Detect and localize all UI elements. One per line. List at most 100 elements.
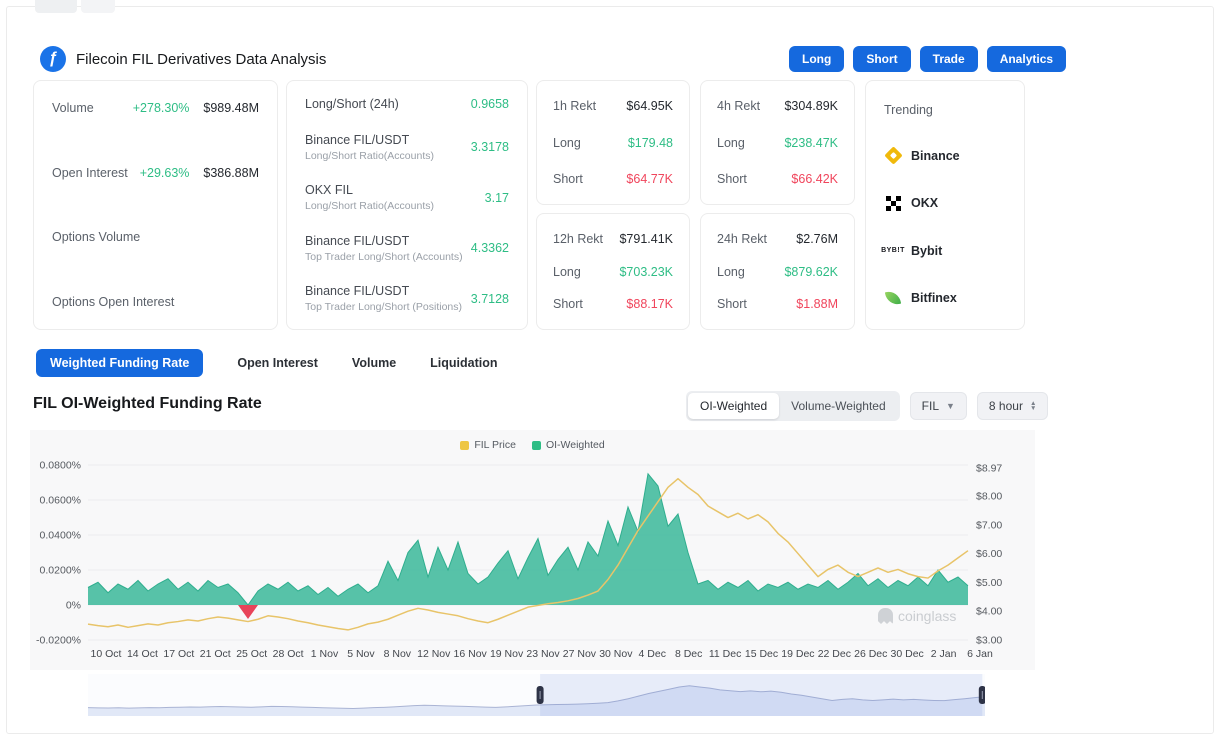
trending-item-bybit[interactable]: BYB!T Bybit bbox=[884, 242, 1006, 260]
svg-text:$8.00: $8.00 bbox=[976, 490, 1002, 502]
metric-row: Volume+278.30% $989.48M bbox=[52, 101, 259, 115]
trade-button[interactable]: Trade bbox=[920, 46, 978, 72]
ratio-value: 4.3362 bbox=[471, 241, 509, 255]
metric-value: $989.48M bbox=[203, 101, 259, 115]
filecoin-logo-icon: ƒ bbox=[40, 46, 66, 72]
rekt-card: 24h Rekt$2.76MLong$879.62KShort$1.88M bbox=[700, 213, 855, 330]
svg-text:0%: 0% bbox=[66, 600, 81, 612]
chart-legend: FIL Price OI-Weighted bbox=[0, 439, 1065, 451]
chevron-down-icon: ▼ bbox=[946, 401, 955, 411]
long-label: Long bbox=[717, 265, 745, 279]
long-value: $238.47K bbox=[784, 136, 838, 150]
weight-toggle: OI-WeightedVolume-Weighted bbox=[686, 391, 900, 421]
ratio-sublabel: Long/Short Ratio(Accounts) bbox=[305, 200, 485, 212]
rekt-total: $2.76M bbox=[796, 232, 838, 246]
svg-text:0.0800%: 0.0800% bbox=[40, 460, 81, 472]
exchange-name: Binance bbox=[911, 149, 960, 163]
svg-text:10 Oct: 10 Oct bbox=[91, 648, 122, 660]
short-value: $1.88M bbox=[796, 297, 838, 311]
long-label: Long bbox=[553, 136, 581, 150]
analytics-button[interactable]: Analytics bbox=[987, 46, 1066, 72]
binance-icon bbox=[884, 147, 902, 165]
trending-item-okx[interactable]: OKX bbox=[884, 194, 1006, 212]
trending-item-binance[interactable]: Binance bbox=[884, 147, 1006, 165]
svg-text:19 Nov: 19 Nov bbox=[490, 648, 524, 660]
svg-text:16 Nov: 16 Nov bbox=[454, 648, 488, 660]
ratio-row: Binance FIL/USDT Top Trader Long/Short (A… bbox=[305, 234, 509, 263]
tab-volume[interactable]: Volume bbox=[352, 356, 396, 370]
svg-text:14 Oct: 14 Oct bbox=[127, 648, 158, 660]
rekt-title: 12h Rekt bbox=[553, 232, 603, 246]
metric-change: +278.30% bbox=[133, 101, 190, 115]
coinglass-derivatives-page: { "header": { "title": "Filecoin FIL Der… bbox=[0, 0, 1220, 740]
oi-weighted-option[interactable]: OI-Weighted bbox=[688, 393, 779, 419]
svg-text:-0.0200%: -0.0200% bbox=[36, 635, 81, 647]
svg-text:27 Nov: 27 Nov bbox=[563, 648, 597, 660]
bybit-icon: BYB!T bbox=[884, 242, 902, 260]
tab-weighted-funding-rate[interactable]: Weighted Funding Rate bbox=[36, 349, 203, 377]
okx-icon bbox=[884, 194, 902, 212]
metric-label: Options Volume bbox=[52, 230, 245, 244]
rekt-title: 1h Rekt bbox=[553, 99, 596, 113]
chart-controls: OI-WeightedVolume-Weighted FIL ▼ 8 hour … bbox=[686, 391, 1048, 421]
svg-text:0.0600%: 0.0600% bbox=[40, 495, 81, 507]
exchange-name: Bitfinex bbox=[911, 291, 957, 305]
symbol-select-value: FIL bbox=[922, 399, 939, 413]
long-value: $703.23K bbox=[619, 265, 673, 279]
ratio-label: Binance FIL/USDT bbox=[305, 234, 471, 248]
ratio-sublabel: Top Trader Long/Short (Positions) bbox=[305, 301, 471, 313]
legend-item-oi-weighted[interactable]: OI-Weighted bbox=[532, 439, 605, 451]
funding-rate-chart[interactable]: 0.0800% 0.0600% 0.0400% 0.0200% 0% -0.0200% $8… bbox=[30, 454, 1020, 666]
chart-range-navigator[interactable] bbox=[88, 674, 985, 716]
ratio-label: Binance FIL/USDT bbox=[305, 133, 471, 147]
svg-text:2 Jan: 2 Jan bbox=[931, 648, 957, 660]
trending-title: Trending bbox=[884, 103, 1006, 117]
ratio-row: Binance FIL/USDT Top Trader Long/Short (P… bbox=[305, 284, 509, 313]
metric-row: Open Interest+29.63%$386.88M bbox=[52, 166, 259, 180]
trending-item-bitfinex[interactable]: Bitfinex bbox=[884, 289, 1006, 307]
svg-text:8 Nov: 8 Nov bbox=[384, 648, 412, 660]
tab-liquidation[interactable]: Liquidation bbox=[430, 356, 497, 370]
exchange-name: Bybit bbox=[911, 244, 942, 258]
ratio-row: Binance FIL/USDTLong/Short Ratio(Account… bbox=[305, 133, 509, 162]
svg-text:$8.97: $8.97 bbox=[976, 463, 1002, 475]
svg-text:5 Nov: 5 Nov bbox=[347, 648, 375, 660]
svg-text:0.0400%: 0.0400% bbox=[40, 530, 81, 542]
ratio-label: Long/Short (24h) bbox=[305, 97, 471, 111]
ratio-value: 3.7128 bbox=[471, 292, 509, 306]
long-short-ratio-card: Long/Short (24h)0.9658Binance FIL/USDTLo… bbox=[286, 80, 528, 330]
legend-label: OI-Weighted bbox=[546, 439, 605, 451]
ratio-sublabel: Top Trader Long/Short (Accounts) bbox=[305, 251, 471, 263]
chart-title: FIL OI-Weighted Funding Rate bbox=[33, 395, 262, 413]
volume-weighted-option[interactable]: Volume-Weighted bbox=[779, 393, 898, 419]
short-button[interactable]: Short bbox=[853, 46, 910, 72]
rekt-total: $64.95K bbox=[626, 99, 673, 113]
short-value: $88.17K bbox=[626, 297, 673, 311]
window-control-pill bbox=[81, 0, 115, 13]
ratio-label: Binance FIL/USDT bbox=[305, 284, 471, 298]
watermark: coinglass bbox=[878, 608, 956, 624]
ratio-value: 3.3178 bbox=[471, 140, 509, 154]
symbol-select[interactable]: FIL ▼ bbox=[910, 392, 967, 420]
svg-text:23 Nov: 23 Nov bbox=[526, 648, 560, 660]
svg-text:0.0200%: 0.0200% bbox=[40, 565, 81, 577]
interval-select[interactable]: 8 hour ▲▼ bbox=[977, 392, 1048, 420]
svg-text:26 Dec: 26 Dec bbox=[854, 648, 887, 660]
volume-stats-card: Volume+278.30% $989.48M Open Interest+29.6… bbox=[33, 80, 278, 330]
short-value: $64.77K bbox=[626, 172, 673, 186]
legend-item-fil-price[interactable]: FIL Price bbox=[460, 439, 516, 451]
metric-label: Volume bbox=[52, 101, 133, 115]
watermark-text: coinglass bbox=[898, 608, 956, 624]
bitfinex-icon bbox=[884, 289, 902, 307]
svg-text:25 Oct: 25 Oct bbox=[236, 648, 267, 660]
rekt-card: 1h Rekt$64.95KLong$179.48Short$64.77K bbox=[536, 80, 690, 205]
window-control-pill bbox=[35, 0, 77, 13]
svg-text:1 Nov: 1 Nov bbox=[311, 648, 339, 660]
metric-row: Options Open Interest bbox=[52, 295, 259, 309]
tab-open-interest[interactable]: Open Interest bbox=[237, 356, 318, 370]
svg-text:19 Dec: 19 Dec bbox=[781, 648, 814, 660]
long-button[interactable]: Long bbox=[789, 46, 844, 72]
ratio-label: OKX FIL bbox=[305, 183, 485, 197]
trending-card: Trending Binance OKX BYB!T Bybit Bitfinex bbox=[865, 80, 1025, 330]
svg-text:15 Dec: 15 Dec bbox=[745, 648, 778, 660]
